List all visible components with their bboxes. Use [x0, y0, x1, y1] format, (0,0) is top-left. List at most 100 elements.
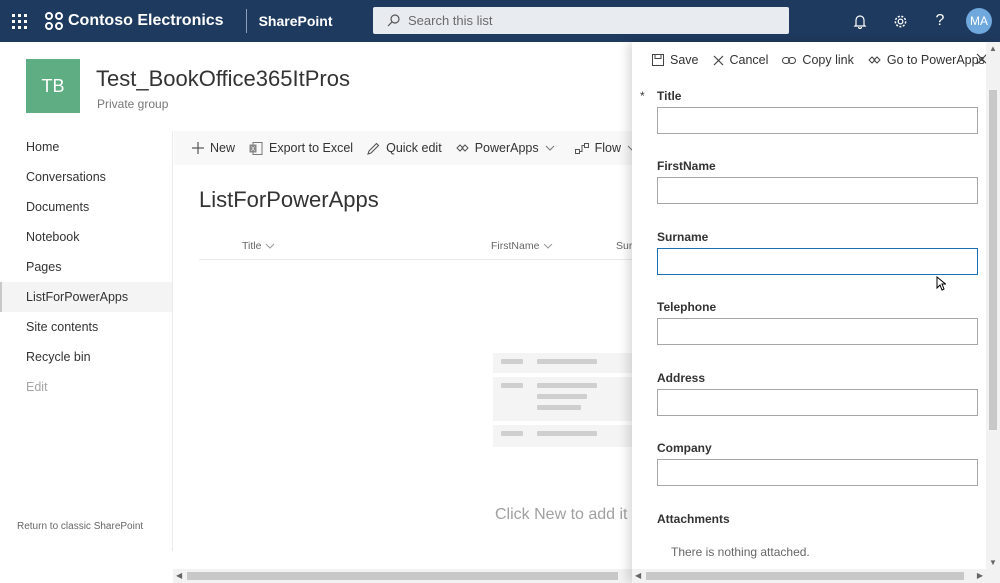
- scroll-down-icon[interactable]: ▼: [989, 558, 997, 567]
- new-item-panel: Save Cancel Copy link Go to PowerApps * …: [632, 42, 1000, 583]
- scrollbar-thumb[interactable]: [187, 572, 618, 580]
- firstname-input[interactable]: [657, 177, 978, 204]
- surname-input[interactable]: [657, 248, 978, 275]
- nav-item-home[interactable]: Home: [0, 132, 172, 162]
- suite-divider: [245, 9, 247, 33]
- company-input[interactable]: [657, 459, 978, 486]
- org-name: Contoso Electronics: [68, 12, 224, 29]
- flow-icon: [574, 142, 589, 154]
- site-logo[interactable]: TB: [26, 59, 80, 113]
- field-title-label: Title: [657, 89, 682, 103]
- new-button-label: New: [210, 141, 236, 155]
- search-placeholder: Search this list: [408, 13, 493, 28]
- column-title-label: Title: [242, 240, 262, 252]
- export-to-excel-button[interactable]: X Export to Excel: [249, 141, 353, 155]
- column-header-title[interactable]: Title: [242, 240, 275, 252]
- left-navigation: Home Conversations Documents Notebook Pa…: [0, 131, 173, 551]
- nav-item-edit[interactable]: Edit: [0, 372, 172, 402]
- field-surname-label: Surname: [657, 230, 709, 244]
- site-subtitle: Private group: [97, 97, 169, 111]
- app-name-link[interactable]: SharePoint: [259, 13, 333, 29]
- save-label: Save: [670, 53, 699, 67]
- nav-item-recycle-bin[interactable]: Recycle bin: [0, 342, 172, 372]
- scrollbar-thumb[interactable]: [646, 572, 964, 580]
- field-address: Address: [657, 371, 978, 416]
- chevron-down-icon: [545, 145, 554, 151]
- app-launcher-button[interactable]: [0, 0, 38, 42]
- pencil-icon: [367, 142, 380, 155]
- chevron-down-icon: [544, 243, 553, 249]
- nav-item-documents[interactable]: Documents: [0, 192, 172, 222]
- help-button[interactable]: ?: [920, 0, 960, 42]
- excel-icon: X: [249, 141, 263, 155]
- return-to-classic-link[interactable]: Return to classic SharePoint: [17, 521, 143, 532]
- address-input[interactable]: [657, 389, 978, 416]
- go-to-powerapps-button[interactable]: Go to PowerApps: [868, 53, 985, 67]
- search-box[interactable]: Search this list: [373, 7, 789, 34]
- contoso-logo-icon: [45, 12, 63, 30]
- copy-link-label: Copy link: [802, 53, 854, 67]
- quick-edit-button[interactable]: Quick edit: [367, 141, 442, 155]
- avatar[interactable]: MA: [966, 8, 992, 34]
- field-address-label: Address: [657, 371, 706, 385]
- copy-link-button[interactable]: Copy link: [782, 53, 854, 67]
- empty-list-illustration: [493, 345, 632, 451]
- panel-vertical-scrollbar[interactable]: ▲ ▼: [986, 42, 1000, 583]
- site-header: TB Test_BookOffice365ItPros Private grou…: [0, 42, 632, 130]
- scroll-left-icon[interactable]: ◀: [635, 571, 641, 580]
- chevron-down-icon: [266, 243, 275, 249]
- empty-list-message: Click New to add it: [495, 506, 628, 523]
- attachments-label: Attachments: [657, 512, 730, 526]
- search-icon: [387, 14, 400, 27]
- site-title[interactable]: Test_BookOffice365ItPros: [96, 66, 350, 92]
- list-column-headers: Title FirstName Surn: [199, 232, 638, 260]
- column-header-firstname[interactable]: FirstName: [491, 240, 553, 252]
- cancel-button[interactable]: Cancel: [713, 53, 769, 67]
- nav-item-listforpowerapps[interactable]: ListForPowerApps: [0, 282, 172, 312]
- scroll-right-icon[interactable]: ▶: [977, 571, 983, 580]
- nav-item-pages[interactable]: Pages: [0, 252, 172, 282]
- scroll-up-icon[interactable]: ▲: [989, 44, 997, 53]
- title-input[interactable]: [657, 107, 978, 134]
- field-surname: Surname: [657, 230, 978, 275]
- plus-icon: [192, 142, 204, 154]
- new-button[interactable]: New: [192, 141, 235, 155]
- powerapps-menu[interactable]: PowerApps: [455, 141, 561, 155]
- svg-text:X: X: [251, 147, 255, 153]
- panel-horizontal-scrollbar[interactable]: ◀ ▶: [632, 569, 986, 583]
- item-form: * Title FirstName Surname Telephone Addr…: [632, 78, 986, 566]
- powerapps-icon: [455, 144, 469, 152]
- export-label: Export to Excel: [269, 141, 354, 155]
- nav-item-conversations[interactable]: Conversations: [0, 162, 172, 192]
- nav-item-site-contents[interactable]: Site contents: [0, 312, 172, 342]
- save-icon: [652, 54, 664, 66]
- cancel-label: Cancel: [729, 53, 769, 67]
- scrollbar-thumb[interactable]: [989, 90, 997, 430]
- save-button[interactable]: Save: [652, 53, 699, 67]
- powerapps-icon: [868, 56, 881, 64]
- waffle-icon: [11, 13, 27, 29]
- field-company-label: Company: [657, 441, 712, 455]
- question-icon: ?: [935, 12, 945, 29]
- field-firstname: FirstName: [657, 159, 978, 204]
- panel-command-bar: Save Cancel Copy link Go to PowerApps: [632, 42, 1000, 78]
- nav-item-notebook[interactable]: Notebook: [0, 222, 172, 252]
- horizontal-scrollbar[interactable]: ◀: [173, 569, 632, 583]
- field-title: * Title: [640, 89, 978, 134]
- close-icon: [713, 55, 723, 65]
- telephone-input[interactable]: [657, 318, 978, 345]
- org-brand[interactable]: Contoso Electronics: [44, 11, 224, 31]
- notifications-button[interactable]: [840, 0, 880, 42]
- list-title: ListForPowerApps: [199, 187, 379, 212]
- suite-actions: ? MA: [840, 0, 992, 42]
- field-telephone: Telephone: [657, 300, 978, 345]
- mouse-cursor-icon: [936, 276, 946, 291]
- field-firstname-label: FirstName: [657, 159, 716, 173]
- settings-button[interactable]: [880, 0, 920, 42]
- bell-icon: [853, 14, 867, 29]
- field-attachments: Attachments: [657, 512, 978, 530]
- attachments-empty-message: There is nothing attached.: [671, 545, 810, 559]
- gear-icon: [894, 15, 906, 27]
- powerapps-label: PowerApps: [474, 141, 539, 155]
- scroll-left-icon[interactable]: ◀: [176, 571, 182, 580]
